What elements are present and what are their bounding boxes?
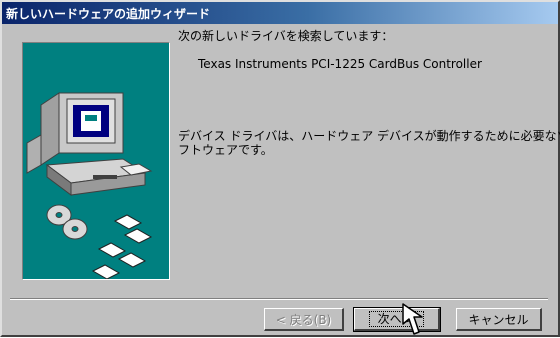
cancel-button[interactable]: キャンセル [456,308,542,331]
wizard-illustration [22,42,170,280]
cd-disc-icon [46,204,88,240]
device-name: Texas Instruments PCI-1225 CardBus Contr… [198,57,482,71]
back-button-label: < 戻る(B) [275,312,332,327]
computer-illustration [26,92,153,196]
window-title: 新しいハードウェアの追加ウィザード [6,7,211,21]
wizard-window: 新しいハードウェアの追加ウィザード 次の新しいドライバを検索しています： Tex… [0,0,560,337]
description-line-1: デバイス ドライバは、ハードウェア デバイスが動作するために必要なソ [178,129,560,143]
searching-label: 次の新しいドライバを検索しています： [178,29,394,43]
floppy-disk-icon [91,214,153,279]
mouse-cursor-icon [402,303,423,335]
back-button[interactable]: < 戻る(B) [264,308,344,331]
title-bar[interactable]: 新しいハードウェアの追加ウィザード [2,2,558,24]
cancel-button-label: キャンセル [468,312,529,327]
description-line-2: フトウェアです。 [178,143,273,157]
